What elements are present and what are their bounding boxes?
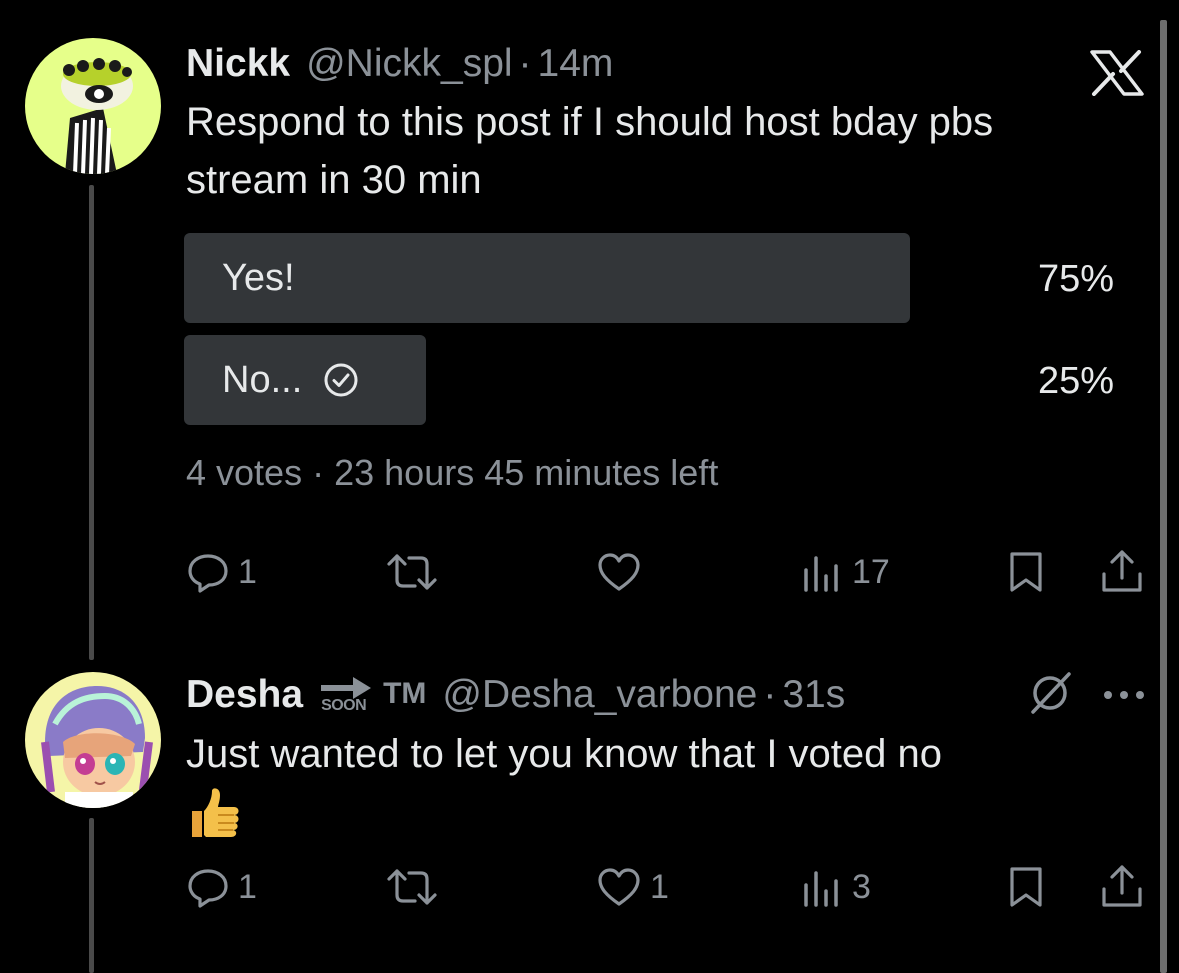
like-button[interactable] bbox=[596, 550, 642, 594]
soon-label: SOON bbox=[321, 697, 367, 714]
post-header: Nickk @Nickk_spl · 14m bbox=[186, 42, 613, 86]
repost-icon bbox=[387, 869, 437, 905]
poll-time-left: 23 hours 45 minutes left bbox=[334, 452, 719, 493]
poll-option-percent-yes: 75% bbox=[1037, 258, 1114, 300]
grok-icon[interactable] bbox=[1025, 668, 1075, 723]
reply-header: Desha SOON TM @Desha_varbone · 31s bbox=[186, 673, 845, 717]
bookmark-icon bbox=[1010, 867, 1042, 907]
tm-badge: TM bbox=[383, 677, 427, 710]
reply-count: 1 bbox=[238, 552, 257, 591]
tweet-thread: Nickk @Nickk_spl · 14m Respond to this p… bbox=[0, 0, 1179, 973]
reply-body: Just wanted to let you know that I voted… bbox=[186, 725, 1146, 841]
repost-button[interactable] bbox=[385, 550, 439, 594]
reply-bookmark-button[interactable] bbox=[1006, 865, 1046, 909]
thread-line bbox=[89, 185, 94, 660]
reply-icon bbox=[188, 554, 228, 593]
post-body: Respond to this post if I should host bd… bbox=[186, 93, 1146, 209]
thread-line-reply bbox=[89, 818, 94, 973]
reply-time[interactable]: 31s bbox=[782, 673, 845, 717]
avatar-nickk-image bbox=[25, 38, 161, 174]
separator: · bbox=[518, 42, 532, 85]
share-button[interactable] bbox=[1100, 548, 1144, 594]
more-icon[interactable] bbox=[1102, 688, 1146, 706]
avatar-nickk[interactable] bbox=[25, 38, 161, 174]
reply-icon bbox=[188, 869, 228, 908]
thumbs-up-icon bbox=[192, 788, 239, 837]
poll-option-label-yes: Yes! bbox=[222, 256, 295, 299]
scrollbar[interactable] bbox=[1160, 20, 1167, 973]
reply-reply-button[interactable]: 1 bbox=[186, 865, 257, 909]
views-icon bbox=[804, 871, 838, 907]
views-button[interactable]: 17 bbox=[800, 550, 890, 594]
reply-author-name[interactable]: Desha bbox=[186, 673, 303, 717]
reply-separator: · bbox=[763, 673, 777, 716]
bookmark-button[interactable] bbox=[1006, 550, 1046, 594]
share-icon bbox=[1102, 550, 1142, 592]
reply-views-count: 3 bbox=[852, 867, 871, 906]
poll-separator: · bbox=[312, 452, 325, 493]
reply-like-count: 1 bbox=[650, 867, 669, 906]
like-icon bbox=[598, 868, 640, 906]
reply-text-line1: Just wanted to let you know that I voted… bbox=[186, 732, 943, 776]
reply-share-button[interactable] bbox=[1100, 863, 1144, 909]
author-name[interactable]: Nickk bbox=[186, 42, 290, 86]
poll-option-percent-no: 25% bbox=[1037, 360, 1114, 402]
poll-footer: 4 votes · 23 hours 45 minutes left bbox=[186, 452, 718, 494]
reply-reply-count: 1 bbox=[238, 867, 257, 906]
check-circle-icon bbox=[324, 363, 358, 397]
like-icon bbox=[598, 553, 640, 591]
bookmark-icon bbox=[1010, 552, 1042, 592]
reply-views-button[interactable]: 3 bbox=[800, 865, 871, 909]
views-icon bbox=[804, 556, 838, 592]
repost-icon bbox=[387, 554, 437, 590]
post-text-line2: stream in 30 min bbox=[186, 158, 482, 202]
avatar-desha-image bbox=[25, 672, 161, 808]
poll-option-label-no: No... bbox=[222, 357, 360, 403]
views-count: 17 bbox=[852, 552, 890, 591]
author-handle[interactable]: @Nickk_spl bbox=[306, 42, 512, 86]
reply-emoji: 👍 bbox=[186, 783, 1146, 841]
share-icon bbox=[1102, 865, 1142, 907]
post-time[interactable]: 14m bbox=[538, 42, 614, 86]
reply-repost-button[interactable] bbox=[385, 865, 439, 909]
reply-button[interactable]: 1 bbox=[186, 550, 257, 594]
reply-like-button[interactable]: 1 bbox=[596, 865, 669, 909]
post-text-line1: Respond to this post if I should host bd… bbox=[186, 100, 994, 144]
reply-author-handle[interactable]: @Desha_varbone bbox=[442, 673, 757, 717]
avatar-desha[interactable] bbox=[25, 672, 161, 808]
arrow-soon-icon: SOON bbox=[315, 675, 379, 715]
poll-votes: 4 votes bbox=[186, 452, 303, 493]
